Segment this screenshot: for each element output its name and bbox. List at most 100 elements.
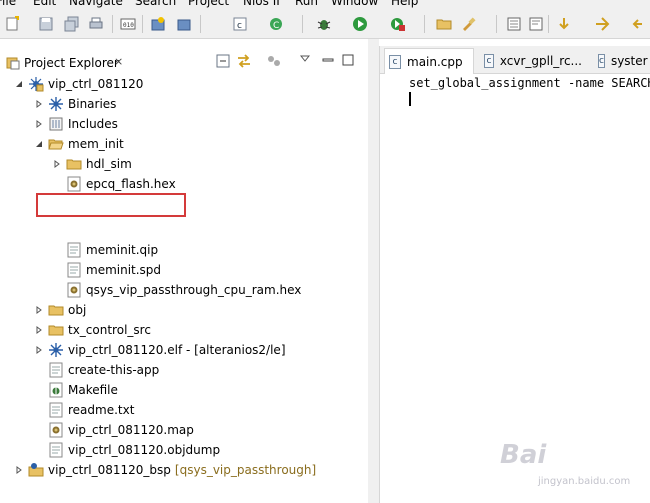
tree-item-bsp[interactable]: vip_ctrl_081120_bsp [qsys_vip_passthroug… <box>14 460 316 480</box>
collapse-icon[interactable] <box>34 114 44 134</box>
back-icon[interactable] <box>556 16 572 32</box>
tree-item-includes[interactable]: Includes <box>34 114 118 134</box>
nios-project-icon <box>28 463 44 477</box>
tab-project-explorer[interactable]: Project Explorer ⨯ <box>0 46 135 74</box>
tree-item-label: obj <box>68 303 87 317</box>
tree-item-label: readme.txt <box>68 403 135 417</box>
tree-item-hdl-sim[interactable]: hdl_sim <box>52 154 132 174</box>
menu-nios[interactable]: Nios II <box>243 0 280 8</box>
text-file-icon <box>49 362 63 378</box>
menu-window[interactable]: Window <box>331 0 378 8</box>
tree-item-cpu-ram-hex[interactable]: qsys_vip_passthrough_cpu_ram.hex <box>66 280 301 300</box>
tree-item-mem-init[interactable]: mem_init <box>34 134 124 154</box>
hex-file-icon <box>67 282 81 298</box>
hex-file-icon <box>49 422 63 438</box>
new-icon[interactable] <box>4 16 20 32</box>
external-tools-icon[interactable] <box>390 16 406 32</box>
link-editor-icon[interactable] <box>236 54 252 68</box>
code-line[interactable]: set_global_assignment -name SEARCH_ <box>409 76 650 90</box>
debug-icon[interactable] <box>316 16 332 32</box>
view-menu-icon[interactable] <box>300 54 310 64</box>
brush-icon[interactable] <box>460 16 476 32</box>
save-all-icon[interactable] <box>64 16 80 32</box>
text-file-icon <box>49 402 63 418</box>
binary-icon[interactable]: 010 <box>120 16 136 32</box>
collapse-all-icon[interactable] <box>216 54 230 68</box>
tree-item-create-this-app[interactable]: create-this-app <box>48 360 159 380</box>
expand-icon[interactable] <box>14 74 24 94</box>
print-icon[interactable] <box>88 16 104 32</box>
tree-item-elf[interactable]: vip_ctrl_081120.elf - [alteranios2/le] <box>34 340 286 360</box>
text-caret <box>409 92 411 106</box>
collapse-icon[interactable] <box>34 94 44 114</box>
tab-label: main.cpp <box>407 54 463 69</box>
tree-item-meminit-spd[interactable]: meminit.spd <box>66 260 161 280</box>
new-project-icon[interactable] <box>150 16 166 32</box>
filter-icon[interactable] <box>266 54 282 68</box>
folder-icon <box>66 159 82 170</box>
maximize-icon[interactable] <box>342 54 354 66</box>
history-icon[interactable] <box>632 16 648 32</box>
menu-bar: File Edit Navigate Search Project Nios I… <box>0 0 650 9</box>
menu-search[interactable]: Search <box>135 0 176 8</box>
editor-tabs: c main.cpp c xcvr_gpll_rc... c syster <box>380 46 650 74</box>
tree-item-label: vip_ctrl_081120.map <box>68 423 194 437</box>
forward-icon[interactable] <box>594 16 610 32</box>
tab-xcvr-gpll[interactable]: c xcvr_gpll_rc... <box>480 48 586 74</box>
pane-divider[interactable] <box>368 39 379 503</box>
collapse-icon[interactable] <box>34 300 44 320</box>
tree-item-epcq-flash[interactable]: epcq_flash.hex <box>66 174 176 194</box>
tab-system[interactable]: c syster <box>594 48 650 74</box>
tree-item-label: hdl_sim <box>86 157 132 171</box>
tree-item-label: Includes <box>68 117 118 131</box>
tree-item-label: tx_control_src <box>68 323 151 337</box>
menu-project[interactable]: Project <box>188 0 229 8</box>
tree-item-map[interactable]: vip_ctrl_081120.map <box>48 420 194 440</box>
refresh-icon[interactable]: C <box>268 16 284 32</box>
tree-item-project[interactable]: vip_ctrl_081120 <box>14 74 143 94</box>
menu-file[interactable]: File <box>0 0 16 8</box>
open-folder-icon[interactable] <box>436 16 452 32</box>
menu-edit[interactable]: Edit <box>33 0 56 8</box>
run-icon[interactable] <box>352 16 368 32</box>
tree-item-binaries[interactable]: Binaries <box>34 94 116 114</box>
svg-text:C: C <box>273 21 279 31</box>
tree-item-objdump[interactable]: vip_ctrl_081120.objdump <box>48 440 220 460</box>
tree-item-tx-control-src[interactable]: tx_control_src <box>34 320 151 340</box>
close-icon[interactable]: ⨯ <box>114 55 123 68</box>
c-file-icon: c <box>389 54 401 69</box>
collapse-icon[interactable] <box>34 320 44 340</box>
menu-help[interactable]: Help <box>391 0 418 8</box>
project-explorer-panel: Project Explorer ⨯ vip_ctrl_081120 Binar… <box>0 46 368 503</box>
next-annotation-icon[interactable] <box>528 16 544 32</box>
tree-item-label: Binaries <box>68 97 117 111</box>
svg-text:010: 010 <box>123 22 134 29</box>
tree-item-readme[interactable]: readme.txt <box>48 400 134 420</box>
elf-icon <box>49 343 63 357</box>
folder-open-icon <box>48 139 64 150</box>
collapse-icon[interactable] <box>14 460 24 480</box>
tree-item-makefile[interactable]: Makefile <box>48 380 118 400</box>
nios-project-icon <box>29 77 44 92</box>
menu-run[interactable]: Run <box>295 0 318 8</box>
new-project-icon[interactable] <box>176 16 192 32</box>
expand-icon[interactable] <box>34 134 44 154</box>
new-class-icon[interactable]: c <box>232 16 248 32</box>
save-icon[interactable] <box>38 16 54 32</box>
project-explorer-title: Project Explorer <box>24 56 119 70</box>
tree-item-label: vip_ctrl_081120.objdump <box>68 443 221 457</box>
tab-main-cpp[interactable]: c main.cpp <box>384 48 474 74</box>
text-file-icon <box>67 242 81 258</box>
minimize-icon[interactable] <box>322 54 334 66</box>
tree-item-meminit-qip[interactable]: meminit.qip <box>66 240 158 260</box>
console-icon[interactable] <box>506 16 522 32</box>
text-file-icon <box>49 442 63 458</box>
collapse-icon[interactable] <box>52 154 62 174</box>
menu-navigate[interactable]: Navigate <box>69 0 123 8</box>
collapse-icon[interactable] <box>34 340 44 360</box>
tree-item-label: create-this-app <box>68 363 160 377</box>
tab-label: syster <box>610 54 648 68</box>
toolbar: 010 c C <box>0 9 650 39</box>
watermark-brand: Bai <box>500 440 547 470</box>
tree-item-obj[interactable]: obj <box>34 300 86 320</box>
